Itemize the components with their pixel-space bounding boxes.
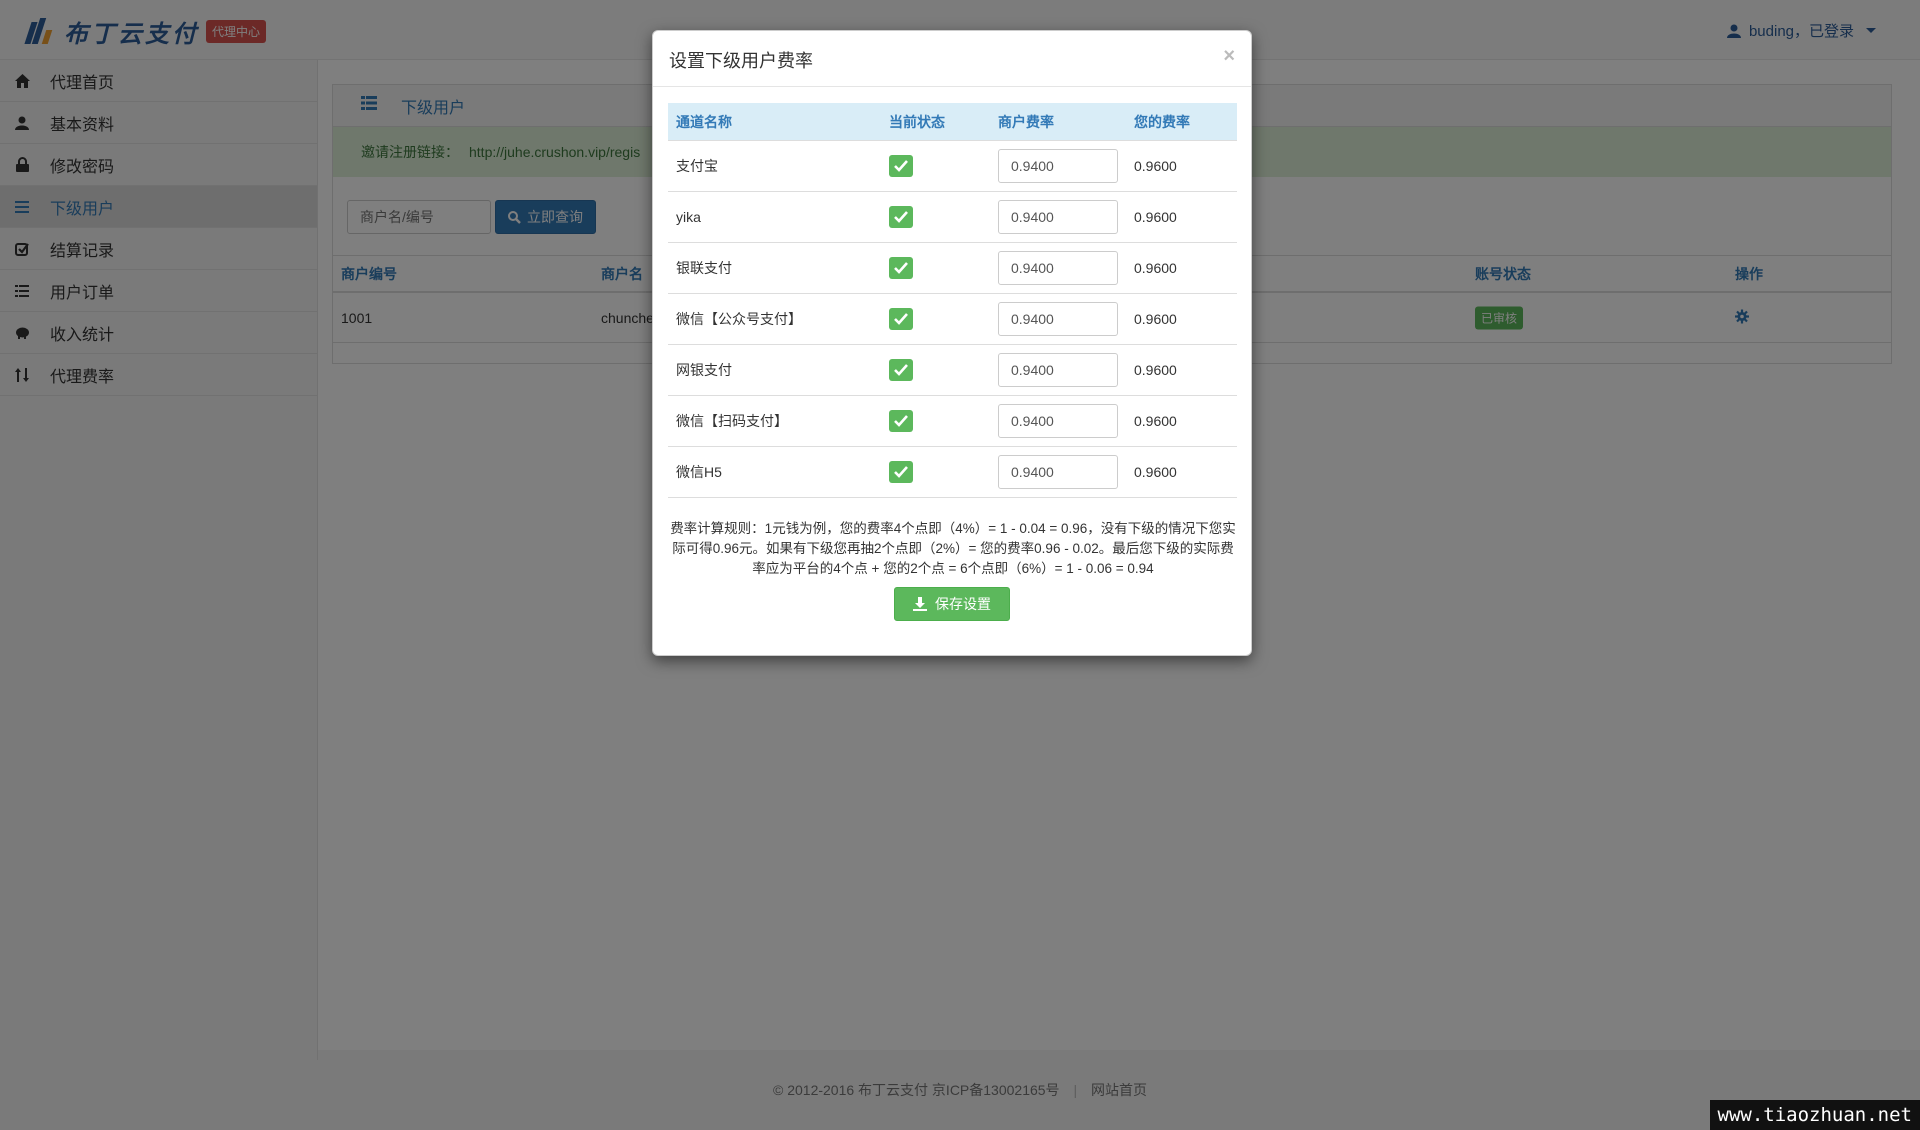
your-rate-value: 0.9600 [1134,158,1177,174]
check-icon [894,160,908,172]
col-channel-name: 通道名称 [676,113,732,130]
check-icon [894,364,908,376]
download-icon [913,597,927,611]
channel-name: 微信H5 [676,464,722,480]
rate-table: 通道名称 当前状态 商户费率 您的费率 支付宝0.9600yika0.9600银… [668,103,1237,498]
enabled-checkbox[interactable] [889,359,913,381]
merchant-rate-input[interactable] [998,200,1118,234]
save-button-label: 保存设置 [935,596,991,612]
close-icon[interactable]: × [1223,45,1235,68]
rate-rule-text: 费率计算规则：1元钱为例，您的费率4个点即（4%）= 1 - 0.04 = 0.… [670,521,1236,576]
rate-settings-modal: 设置下级用户费率 × 通道名称 当前状态 商户费率 您的费率 支付宝 0.9600… [652,30,1252,656]
check-icon [894,466,908,478]
rate-row: 微信H5 0.9600 [668,447,1237,498]
rate-table-header: 通道名称 当前状态 商户费率 您的费率 [668,103,1237,141]
col-your-rate: 您的费率 [1134,113,1190,130]
enabled-checkbox[interactable] [889,206,913,228]
rate-row: 银联支付 0.9600 [668,243,1237,294]
channel-name: 微信【公众号支付】 [676,311,802,327]
merchant-rate-input[interactable] [998,149,1118,183]
channel-name: yika [676,209,701,225]
col-current-state: 当前状态 [889,113,945,130]
channel-name: 网银支付 [676,362,732,378]
check-icon [894,262,908,274]
enabled-checkbox[interactable] [889,461,913,483]
channel-name: 银联支付 [676,260,732,276]
rate-row: 网银支付 0.9600 [668,345,1237,396]
merchant-rate-input[interactable] [998,251,1118,285]
your-rate-value: 0.9600 [1134,362,1177,378]
modal-header: 设置下级用户费率 × [653,31,1251,87]
merchant-rate-input[interactable] [998,302,1118,336]
your-rate-value: 0.9600 [1134,311,1177,327]
check-icon [894,313,908,325]
your-rate-value: 0.9600 [1134,413,1177,429]
merchant-rate-input[interactable] [998,455,1118,489]
your-rate-value: 0.9600 [1134,260,1177,276]
rate-row: 微信【扫码支付】 0.9600 [668,396,1237,447]
channel-name: 支付宝 [676,158,718,174]
your-rate-value: 0.9600 [1134,464,1177,480]
check-icon [894,415,908,427]
your-rate-value: 0.9600 [1134,209,1177,225]
enabled-checkbox[interactable] [889,155,913,177]
merchant-rate-input[interactable] [998,353,1118,387]
rate-row: 微信【公众号支付】 0.9600 [668,294,1237,345]
channel-name: 微信【扫码支付】 [676,413,788,429]
enabled-checkbox[interactable] [889,257,913,279]
col-merchant-rate: 商户费率 [998,113,1054,130]
enabled-checkbox[interactable] [889,410,913,432]
merchant-rate-input[interactable] [998,404,1118,438]
watermark: www.tiaozhuan.net [1709,1100,1920,1130]
save-settings-button[interactable]: 保存设置 [894,587,1010,621]
modal-title: 设置下级用户费率 [669,51,813,71]
rate-row: yika 0.9600 [668,192,1237,243]
rate-row: 支付宝 0.9600 [668,141,1237,192]
enabled-checkbox[interactable] [889,308,913,330]
check-icon [894,211,908,223]
